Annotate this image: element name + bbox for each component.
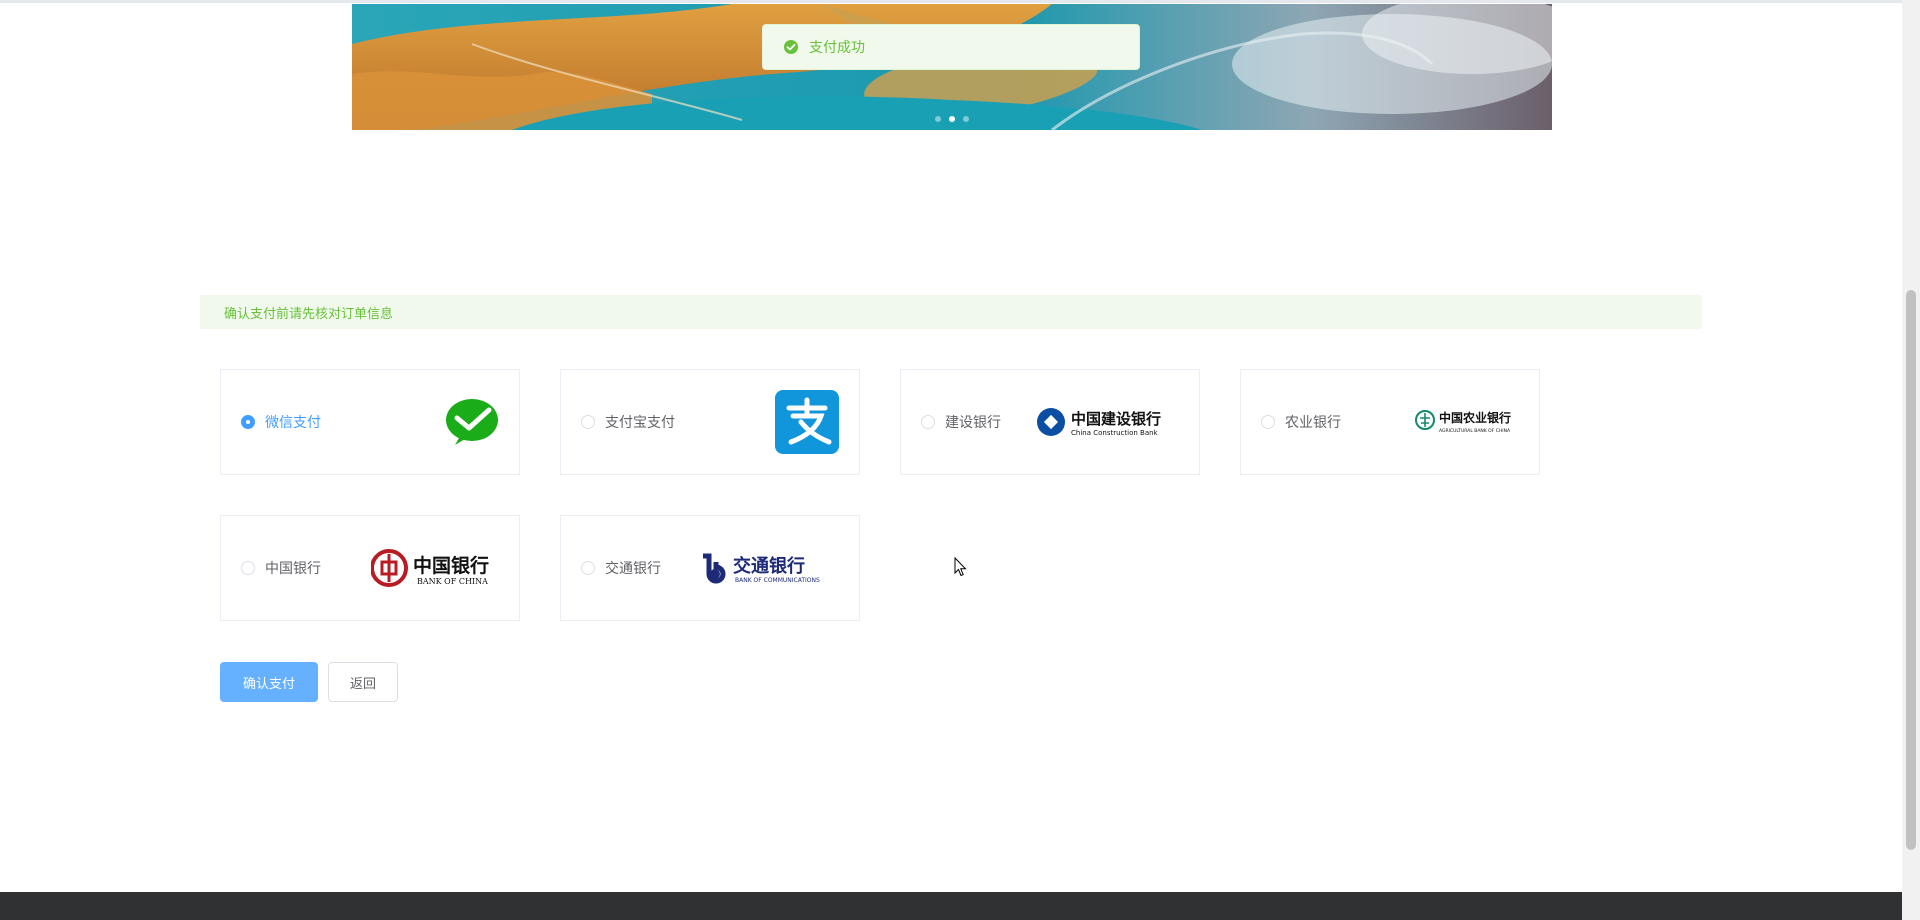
svg-text:中国银行: 中国银行 xyxy=(413,554,489,577)
svg-text:中国建设银行: 中国建设银行 xyxy=(1071,410,1161,428)
bocom-logo: 交通银行 BANK OF COMMUNICATIONS xyxy=(699,550,839,586)
wechat-pay-logo xyxy=(445,398,499,446)
svg-text:BANK OF CHINA: BANK OF CHINA xyxy=(417,577,488,586)
radio-abc[interactable] xyxy=(1261,415,1275,429)
radio-ccb[interactable] xyxy=(921,415,935,429)
payment-option-ccb[interactable]: 建设银行 中国建设银行 China Construction Bank xyxy=(900,369,1200,475)
svg-text:中国农业银行: 中国农业银行 xyxy=(1439,410,1511,425)
alipay-logo xyxy=(775,390,839,454)
toast-message: 支付成功 xyxy=(809,40,865,56)
abc-logo: 中国农业银行 AGRICULTURAL BANK OF CHINA xyxy=(1415,408,1519,436)
check-circle-icon xyxy=(783,39,799,55)
scrollbar-thumb[interactable] xyxy=(1906,290,1916,850)
page-footer xyxy=(0,892,1902,920)
payment-option-abc[interactable]: 农业银行 中国农业银行 AGRICULTURAL BANK OF CHINA xyxy=(1240,369,1540,475)
payment-option-bocom[interactable]: 交通银行 交通银行 BANK OF COMMUNICATIONS xyxy=(560,515,860,621)
boc-logo: 中国银行 BANK OF CHINA xyxy=(371,548,499,588)
svg-text:BANK OF COMMUNICATIONS: BANK OF COMMUNICATIONS xyxy=(735,577,820,584)
payment-label: 支付宝支付 xyxy=(605,415,675,431)
carousel-indicators xyxy=(352,116,1552,122)
ccb-logo: 中国建设银行 China Construction Bank xyxy=(1037,405,1179,439)
payment-option-wechat[interactable]: 微信支付 xyxy=(220,369,520,475)
radio-boc[interactable] xyxy=(241,561,255,575)
confirm-payment-button[interactable]: 确认支付 xyxy=(220,662,318,702)
svg-text:China Construction Bank: China Construction Bank xyxy=(1071,429,1159,437)
payment-option-boc[interactable]: 中国银行 中国银行 BANK OF CHINA xyxy=(220,515,520,621)
radio-alipay[interactable] xyxy=(581,415,595,429)
payment-option-alipay[interactable]: 支付宝支付 xyxy=(560,369,860,475)
payment-label: 微信支付 xyxy=(265,415,321,431)
carousel-dot-active[interactable] xyxy=(949,116,955,122)
svg-text:交通银行: 交通银行 xyxy=(733,555,805,577)
radio-bocom[interactable] xyxy=(581,561,595,575)
payment-label: 中国银行 xyxy=(265,561,321,577)
info-alert: 确认支付前请先核对订单信息 xyxy=(200,295,1702,329)
carousel-dot[interactable] xyxy=(963,116,969,122)
svg-text:AGRICULTURAL BANK OF CHINA: AGRICULTURAL BANK OF CHINA xyxy=(1439,428,1511,434)
radio-wechat[interactable] xyxy=(241,415,255,429)
carousel-dot[interactable] xyxy=(935,116,941,122)
alert-text: 确认支付前请先核对订单信息 xyxy=(224,306,394,322)
mouse-cursor-icon xyxy=(954,556,968,581)
top-border xyxy=(0,0,1902,3)
payment-label: 农业银行 xyxy=(1285,415,1341,431)
success-toast: 支付成功 xyxy=(762,24,1140,70)
vertical-scrollbar[interactable] xyxy=(1902,0,1920,920)
payment-label: 建设银行 xyxy=(945,415,1001,431)
payment-label: 交通银行 xyxy=(605,561,661,577)
back-button[interactable]: 返回 xyxy=(328,662,398,702)
